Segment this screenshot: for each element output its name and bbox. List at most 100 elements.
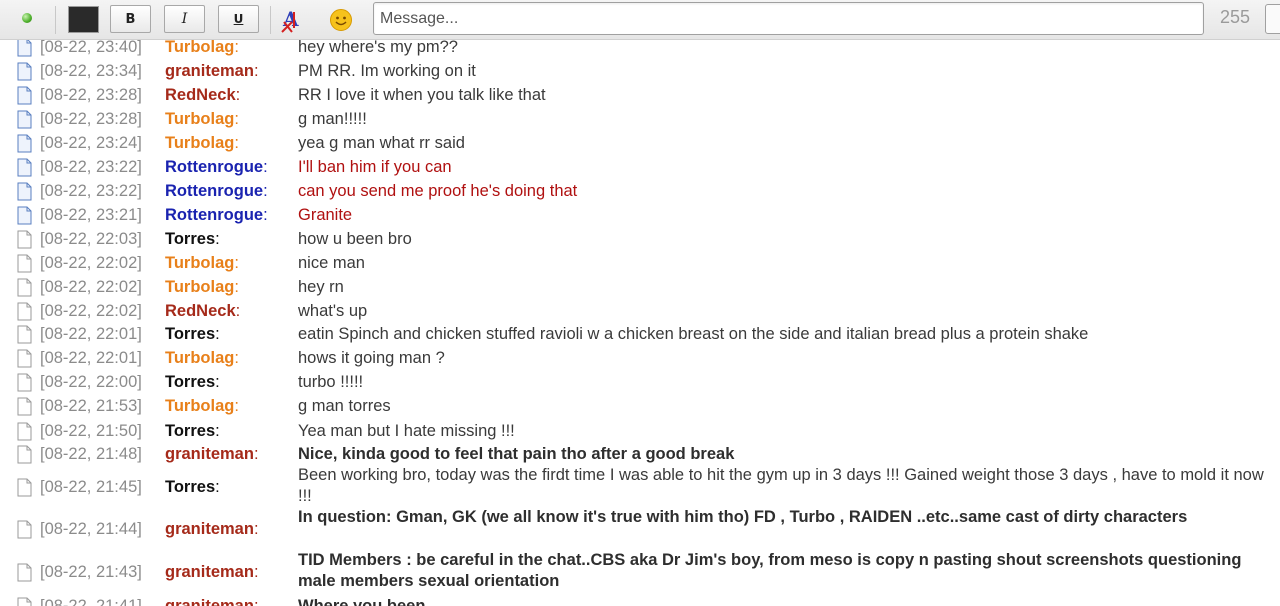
underline-button[interactable]: U bbox=[218, 5, 259, 33]
message-doc-icon[interactable] bbox=[17, 110, 32, 129]
send-button[interactable] bbox=[1265, 4, 1280, 34]
chat-message-row: [08-22, 23:21] Rottenrogue: Granite bbox=[0, 204, 1280, 228]
text-color-picker[interactable] bbox=[68, 6, 99, 33]
chat-message-row: [08-22, 22:00] Torres: turbo !!!!! bbox=[0, 371, 1280, 395]
message-timestamp: [08-22, 21:44] bbox=[40, 520, 142, 538]
message-doc-icon[interactable] bbox=[17, 373, 32, 392]
message-username[interactable]: Turbolag: bbox=[165, 276, 239, 298]
username-text[interactable]: graniteman bbox=[165, 597, 254, 606]
chat-message-row: [08-22, 22:01] Turbolag: hows it going man… bbox=[0, 347, 1280, 371]
message-doc-icon[interactable] bbox=[17, 182, 32, 201]
username-colon: : bbox=[263, 182, 268, 200]
message-doc-icon[interactable] bbox=[17, 422, 32, 441]
username-text[interactable]: Torres bbox=[165, 230, 215, 248]
username-text[interactable]: graniteman bbox=[165, 563, 254, 581]
message-doc-icon[interactable] bbox=[17, 349, 32, 368]
message-doc-icon[interactable] bbox=[17, 62, 32, 81]
char-count: 255 bbox=[1220, 7, 1251, 27]
username-text[interactable]: Torres bbox=[165, 373, 215, 391]
message-username[interactable]: Rottenrogue: bbox=[165, 180, 268, 202]
message-doc-icon[interactable] bbox=[17, 134, 32, 153]
message-timestamp: [08-22, 23:21] bbox=[40, 206, 142, 224]
message-username[interactable]: Turbolag: bbox=[165, 108, 239, 130]
message-doc-icon[interactable] bbox=[17, 302, 32, 321]
username-text[interactable]: Turbolag bbox=[165, 278, 234, 296]
username-text[interactable]: Rottenrogue bbox=[165, 206, 263, 224]
message-username[interactable]: Torres: bbox=[165, 476, 220, 498]
username-colon: : bbox=[253, 597, 259, 606]
chat-message-row: [08-22, 21:53] Turbolag: g man torres bbox=[0, 395, 1280, 419]
username-colon: : bbox=[234, 349, 239, 367]
username-text[interactable]: RedNeck bbox=[165, 302, 236, 320]
message-doc-icon[interactable] bbox=[17, 325, 32, 344]
username-colon: : bbox=[215, 478, 220, 496]
message-doc-icon[interactable] bbox=[17, 86, 32, 105]
username-text[interactable]: Rottenrogue bbox=[165, 158, 263, 176]
message-timestamp: [08-22, 22:02] bbox=[40, 254, 142, 272]
message-text: Granite bbox=[298, 206, 353, 224]
message-doc-icon[interactable] bbox=[17, 278, 32, 297]
username-text[interactable]: Turbolag bbox=[165, 254, 234, 272]
message-username[interactable]: Rottenrogue: bbox=[165, 156, 268, 178]
message-username[interactable]: RedNeck: bbox=[165, 84, 240, 106]
message-doc-icon[interactable] bbox=[17, 206, 32, 225]
username-text[interactable]: RedNeck bbox=[165, 86, 236, 104]
message-username[interactable]: graniteman: bbox=[165, 518, 259, 540]
message-doc-icon[interactable] bbox=[17, 445, 32, 464]
message-timestamp: [08-22, 22:03] bbox=[40, 230, 142, 248]
message-username[interactable]: graniteman: bbox=[165, 595, 259, 606]
chat-message-row: [08-22, 21:41] graniteman: Where you been bbox=[0, 595, 1280, 606]
italic-button[interactable]: I bbox=[164, 5, 205, 33]
message-doc-icon[interactable] bbox=[17, 254, 32, 273]
message-text: Yea man but I hate missing !!! bbox=[298, 422, 515, 440]
message-text: Been working bro, today was the firdt ti… bbox=[298, 466, 1264, 505]
message-username[interactable]: graniteman: bbox=[165, 60, 259, 82]
message-username[interactable]: Torres: bbox=[165, 323, 220, 345]
message-text: hows it going man ? bbox=[298, 349, 445, 367]
message-doc-icon[interactable] bbox=[17, 520, 32, 539]
message-username[interactable]: Turbolag: bbox=[165, 347, 239, 369]
chat-message-row: [08-22, 22:01] Torres: eatin Spinch and ch… bbox=[0, 323, 1280, 347]
username-text[interactable]: Torres bbox=[165, 325, 215, 343]
chat-log[interactable]: [08-22, 23:40] Turbolag: hey where's my pm… bbox=[0, 40, 1280, 606]
message-username[interactable]: Torres: bbox=[165, 420, 220, 442]
username-text[interactable]: Torres bbox=[165, 422, 215, 440]
username-text[interactable]: Turbolag bbox=[165, 110, 234, 128]
username-text[interactable]: graniteman bbox=[165, 520, 254, 538]
message-timestamp: [08-22, 23:28] bbox=[40, 86, 142, 104]
message-doc-icon[interactable] bbox=[17, 563, 32, 582]
username-text[interactable]: Turbolag bbox=[165, 134, 234, 152]
message-doc-icon[interactable] bbox=[17, 158, 32, 177]
username-text[interactable]: Turbolag bbox=[165, 397, 234, 415]
message-username[interactable]: graniteman: bbox=[165, 443, 259, 465]
message-doc-icon[interactable] bbox=[17, 478, 32, 497]
message-username[interactable]: RedNeck: bbox=[165, 300, 240, 322]
username-text[interactable]: graniteman bbox=[165, 445, 254, 463]
message-username[interactable]: Rottenrogue: bbox=[165, 204, 268, 226]
username-text[interactable]: Torres bbox=[165, 478, 215, 496]
smiley-icon[interactable] bbox=[329, 8, 353, 32]
message-username[interactable]: Turbolag: bbox=[165, 252, 239, 274]
message-username[interactable]: Turbolag: bbox=[165, 40, 239, 58]
message-username[interactable]: Torres: bbox=[165, 228, 220, 250]
username-text[interactable]: Turbolag bbox=[165, 40, 234, 56]
chat-message-row: [08-22, 23:22] Rottenrogue: can you send m… bbox=[0, 180, 1280, 204]
message-username[interactable]: graniteman: bbox=[165, 561, 259, 583]
chat-message-row: [08-22, 22:02] Turbolag: nice man bbox=[0, 252, 1280, 276]
font-style-icon[interactable]: A bbox=[280, 6, 306, 34]
message-timestamp: [08-22, 23:22] bbox=[40, 182, 142, 200]
message-username[interactable]: Turbolag: bbox=[165, 132, 239, 154]
message-doc-icon[interactable] bbox=[17, 230, 32, 249]
bold-button[interactable]: B bbox=[110, 5, 151, 33]
username-text[interactable]: Rottenrogue bbox=[165, 182, 263, 200]
message-doc-icon[interactable] bbox=[17, 40, 32, 57]
message-username[interactable]: Torres: bbox=[165, 371, 220, 393]
username-text[interactable]: Turbolag bbox=[165, 349, 234, 367]
username-colon: : bbox=[234, 40, 239, 56]
message-doc-icon[interactable] bbox=[17, 597, 32, 606]
message-doc-icon[interactable] bbox=[17, 397, 32, 416]
message-input[interactable] bbox=[373, 2, 1204, 35]
message-username[interactable]: Turbolag: bbox=[165, 395, 239, 417]
online-status-icon bbox=[22, 13, 32, 23]
username-text[interactable]: graniteman bbox=[165, 62, 254, 80]
